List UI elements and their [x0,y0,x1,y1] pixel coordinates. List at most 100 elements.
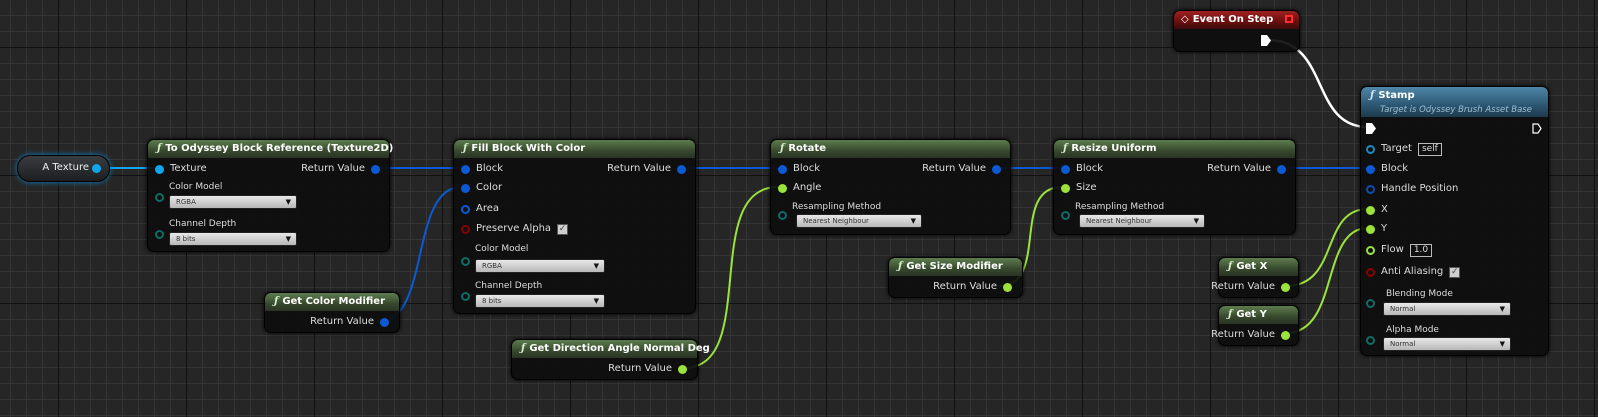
wire-exec [1267,38,1369,129]
block-input-pin[interactable] [1366,164,1375,174]
blending-mode-pin[interactable] [1366,299,1375,308]
pin-label: Return Value [301,163,365,174]
node-header: ƒ Get X [1219,258,1298,276]
resampling-pin[interactable] [778,211,787,220]
return-value-pin[interactable] [1281,282,1290,292]
node-header: ƒ Get Direction Angle Normal Deg [512,340,710,358]
channel-depth-pin[interactable] [155,230,164,239]
node-subtitle: Target is Odyssey Brush Asset Base [1380,105,1532,115]
exec-output-pin[interactable] [1261,35,1271,46]
return-value-pin[interactable] [1281,330,1290,340]
color-model-pin[interactable] [155,193,164,202]
resampling-label: Resampling Method [1075,202,1165,212]
return-value-pin[interactable] [1003,282,1012,292]
pin-label: Handle Position [1381,183,1459,194]
node-header: ◇ Event On Step [1174,11,1299,29]
node-header: ƒ Resize Uniform [1054,140,1295,158]
resampling-dropdown[interactable]: Nearest Neighbour [1079,214,1205,228]
handle-position-pin[interactable] [1366,184,1375,194]
color-input-pin[interactable] [461,183,470,193]
event-delegate-icon[interactable] [1285,15,1293,23]
node-title: Get Y [1236,309,1267,320]
to-odyssey-block-reference-node[interactable]: ƒ To Odyssey Block Reference (Texture2D) … [147,139,393,252]
node-header: ƒ Get Size Modifier [889,258,1022,276]
preserve-alpha-checkbox[interactable]: ✓ [557,223,569,235]
color-model-dropdown[interactable]: RGBA [475,259,605,273]
node-title: Get Size Modifier [906,261,1003,272]
node-header: ƒ Get Color Modifier [265,293,399,311]
pin-label: Return Value [922,163,986,174]
area-input-pin[interactable] [461,204,470,214]
pin-label: Return Value [310,316,374,327]
color-model-dropdown[interactable]: RGBA [169,195,297,209]
node-title: Stamp [1378,90,1415,101]
block-input-pin[interactable] [778,164,787,174]
return-value-pin[interactable] [371,164,380,174]
preserve-alpha-pin[interactable] [461,224,470,234]
channel-depth-dropdown[interactable]: 8 bits [169,232,297,246]
pin-label: Return Value [1211,329,1275,340]
get-x-node[interactable]: ƒ Get X Return Value [1211,257,1299,298]
angle-input-pin[interactable] [778,183,787,193]
pin-label: Block [793,163,821,174]
get-direction-angle-node[interactable]: ƒ Get Direction Angle Normal Deg Return V… [511,339,710,380]
stamp-node[interactable]: ƒ Stamp Target is Odyssey Brush Asset Bas… [1360,86,1549,356]
block-input-pin[interactable] [461,164,470,174]
target-pin[interactable] [1366,144,1375,154]
return-value-pin[interactable] [677,164,686,174]
get-size-modifier-node[interactable]: ƒ Get Size Modifier Return Value [888,257,1023,298]
y-input-pin[interactable] [1366,224,1375,234]
node-title: Resize Uniform [1071,143,1157,154]
node-header: ƒ Rotate [771,140,1010,158]
block-input-pin[interactable] [1061,164,1070,174]
pin-label: Anti Aliasing [1381,266,1444,277]
return-value-pin[interactable] [992,164,1001,174]
color-model-pin[interactable] [461,257,470,266]
target-value: self [1417,142,1442,156]
pin-label: Return Value [1207,163,1271,174]
exec-output-pin[interactable] [1532,123,1542,134]
pin-label: Y [1381,223,1388,234]
anti-aliasing-pin[interactable] [1366,267,1375,277]
a-texture-variable-node[interactable]: A Texture [17,155,110,182]
event-on-step-node[interactable]: ◇ Event On Step [1173,10,1300,52]
flow-pin[interactable] [1366,245,1375,255]
blending-mode-dropdown[interactable]: Normal [1383,302,1511,316]
return-value-pin[interactable] [380,317,389,327]
channel-depth-dropdown[interactable]: 8 bits [475,294,605,308]
function-icon: ƒ [463,143,468,154]
pin-label: Flow [1381,244,1404,255]
pin-label: Return Value [933,281,997,292]
channel-depth-label: Channel Depth [169,219,237,229]
size-input-pin[interactable] [1061,183,1070,193]
resampling-pin[interactable] [1061,211,1070,220]
channel-depth-pin[interactable] [461,292,470,301]
fill-block-with-color-node[interactable]: ƒ Fill Block With Color Block Return Valu… [453,139,696,314]
return-value-pin[interactable] [1277,164,1286,174]
resampling-dropdown[interactable]: Nearest Neighbour [796,214,922,228]
blending-mode-label: Blending Mode [1386,289,1453,299]
pin-label: Return Value [608,363,672,374]
flow-input[interactable]: 1.0 [1409,243,1433,257]
x-input-pin[interactable] [1366,205,1375,215]
pin-label: Block [476,163,504,174]
function-icon: ƒ [274,296,279,307]
alpha-mode-dropdown[interactable]: Normal [1383,337,1511,351]
get-y-node[interactable]: ƒ Get Y Return Value [1211,305,1299,346]
alpha-mode-pin[interactable] [1366,336,1375,345]
texture-input-pin[interactable] [155,164,164,174]
rotate-node[interactable]: ƒ Rotate Block Return Value Angle Resampl… [770,139,1011,235]
function-icon: ƒ [780,143,785,154]
color-model-label: Color Model [169,182,223,192]
get-color-modifier-node[interactable]: ƒ Get Color Modifier Return Value [264,292,400,333]
pin-label: Color [476,182,503,193]
pin-label: Preserve Alpha [476,223,552,234]
exec-input-pin[interactable] [1366,123,1376,134]
resize-uniform-node[interactable]: ƒ Resize Uniform Block Return Value Size … [1053,139,1296,235]
return-value-pin[interactable] [678,364,687,374]
node-title: Get X [1236,261,1268,272]
texture-output-pin[interactable] [92,164,101,173]
node-header: ƒ To Odyssey Block Reference (Texture2D) [148,140,393,158]
anti-aliasing-checkbox[interactable]: ✓ [1449,266,1461,278]
pin-label: Return Value [1211,281,1275,292]
